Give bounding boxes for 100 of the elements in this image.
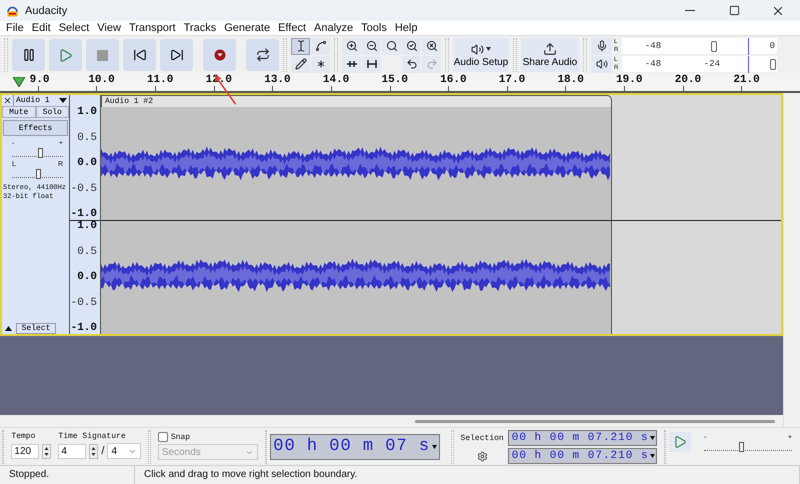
menu-item[interactable]: Generate — [220, 21, 274, 35]
ruler-label: 19.0 — [616, 74, 642, 86]
loop-button[interactable] — [246, 39, 279, 71]
ruler-label: 17.0 — [498, 74, 526, 86]
menu-item[interactable]: Select — [54, 21, 94, 35]
numerator-field[interactable]: 4 — [58, 444, 86, 458]
triangle-icon — [4, 326, 12, 330]
slider-thumb[interactable] — [36, 169, 40, 179]
scale-label: 0.0 — [77, 272, 97, 283]
scale-label: -0.5 — [70, 184, 97, 194]
record-icon — [214, 49, 226, 61]
ruler-label: 16.0 — [440, 74, 467, 86]
scale-label: -0.5 — [70, 298, 97, 308]
denominator-select[interactable]: 4 — [107, 443, 142, 459]
track-name-menu[interactable]: Audio 1 — [14, 95, 69, 106]
caret-icon — [650, 436, 655, 440]
menu-item[interactable]: Tracks — [180, 21, 220, 35]
tempo-label: Tempo — [11, 432, 36, 441]
slider-track[interactable] — [704, 441, 792, 451]
spin-arrows-icon — [89, 444, 98, 458]
zoom-out-button[interactable] — [362, 38, 381, 54]
undo-button[interactable] — [402, 56, 421, 72]
play-icon — [58, 48, 73, 62]
zoom-out-icon — [366, 40, 378, 52]
pause-button[interactable] — [12, 39, 45, 71]
spin-arrows-icon — [42, 444, 52, 458]
select-track-button[interactable]: Select — [16, 322, 56, 334]
scale-label: 0.0 — [77, 158, 97, 169]
trim-icon — [346, 59, 358, 69]
separator-text: / — [101, 445, 104, 457]
zoom-in-button[interactable] — [342, 38, 361, 54]
microphone-icon — [596, 40, 608, 52]
caret-icon — [59, 98, 67, 103]
caret-icon — [432, 444, 438, 448]
meter-tick-label: -24 — [704, 58, 720, 68]
time-display[interactable]: 00 h 00 m 07 s — [270, 434, 440, 460]
slider-thumb[interactable] — [738, 442, 744, 452]
track-toggle-button[interactable]: Solo — [36, 106, 69, 118]
selection-start-field[interactable]: 00 h 00 m 07.210 s — [508, 430, 657, 446]
track-name: Audio 1 — [16, 96, 50, 105]
menu-item[interactable]: View — [93, 21, 125, 35]
window-title: Audacity — [25, 4, 68, 16]
magnifier-icon — [386, 40, 398, 52]
skip-to-start-button[interactable] — [123, 39, 156, 71]
play-icon — [672, 435, 687, 449]
app-logo-icon — [6, 4, 19, 16]
skip-to-end-button[interactable] — [160, 39, 193, 71]
audio-setup-button[interactable]: Audio Setup — [453, 38, 509, 72]
tempo-field[interactable]: 120 — [11, 444, 40, 458]
menu-item[interactable]: Help — [390, 21, 422, 35]
status-hint-text: Click and drag to move right selection boundary. — [135, 466, 800, 484]
track-toggle-button[interactable]: Mute — [2, 106, 36, 118]
menu-item[interactable]: Effect — [274, 21, 310, 35]
pause-icon — [22, 48, 36, 62]
ruler-label: 20.0 — [674, 74, 702, 86]
fit-project-button[interactable] — [402, 38, 421, 54]
record-meter-button[interactable] — [591, 38, 612, 54]
menu-item[interactable]: Transport — [124, 21, 180, 35]
play-meter-button[interactable] — [591, 56, 612, 72]
slider-track[interactable] — [12, 147, 63, 157]
menu-item[interactable]: Analyze — [310, 21, 358, 35]
selection-tool-button[interactable] — [291, 38, 310, 54]
meter-slider-thumb[interactable] — [711, 40, 718, 52]
scale-label: -1.0 — [70, 323, 97, 334]
ruler-label: 14.0 — [322, 74, 350, 86]
selection-end-field[interactable]: 00 h 00 m 07.210 s — [508, 448, 657, 464]
play-at-speed-button[interactable] — [668, 432, 691, 452]
envelope-tool-button[interactable] — [311, 38, 330, 54]
close-icon — [3, 96, 12, 105]
zoom-toggle-button[interactable] — [422, 38, 441, 54]
magnifier-icon — [406, 40, 418, 52]
silence-button[interactable] — [362, 56, 381, 72]
fit-selection-button[interactable] — [382, 38, 401, 54]
effects-button[interactable]: Effects — [3, 120, 68, 136]
status-text: Stopped. — [0, 466, 135, 484]
selection-label: Selection — [460, 434, 504, 442]
menu-item[interactable]: File — [2, 21, 28, 35]
meter-tick-label: 0 — [770, 40, 776, 50]
settings-button[interactable] — [476, 450, 488, 462]
multi-tool-button[interactable] — [311, 56, 330, 72]
record-button[interactable] — [203, 39, 236, 71]
stop-icon — [97, 50, 108, 60]
maximize-icon — [728, 5, 740, 16]
upload-icon — [543, 42, 557, 56]
scale-label: -1.0 — [70, 209, 97, 220]
share-audio-button[interactable]: Share Audio — [521, 38, 579, 72]
menu-item[interactable]: Edit — [28, 21, 55, 35]
meter-slider-thumb[interactable] — [770, 58, 776, 70]
draw-tool-button[interactable] — [291, 56, 310, 72]
clip-title: Audio 1 #2 — [101, 95, 612, 107]
silence-icon — [366, 59, 378, 69]
speaker-icon — [471, 42, 484, 56]
speaker-icon — [596, 58, 608, 70]
slider-track[interactable] — [12, 168, 63, 178]
slider-thumb[interactable] — [38, 148, 44, 158]
caret-icon — [486, 47, 491, 51]
magnifier-icon — [426, 40, 438, 52]
menu-item[interactable]: Tools — [357, 21, 391, 35]
trim-button[interactable] — [342, 56, 361, 72]
time-signature-label: Time Signature — [58, 432, 126, 441]
